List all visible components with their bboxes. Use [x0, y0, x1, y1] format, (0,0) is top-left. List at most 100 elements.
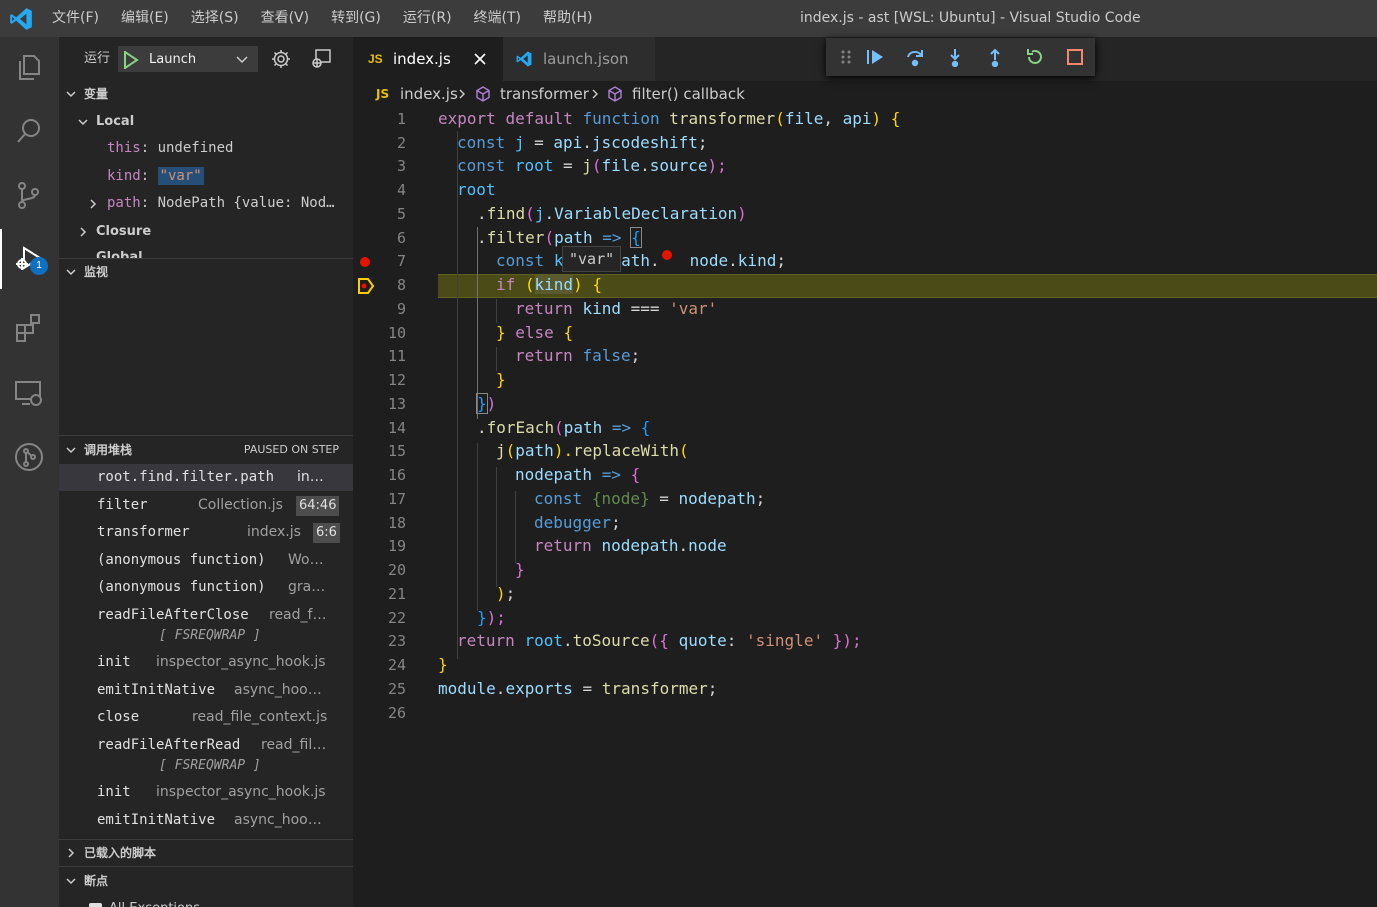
line-number: 8 — [396, 276, 406, 294]
menu-file[interactable]: 文件(F) — [41, 0, 110, 37]
step-out-icon[interactable] — [985, 47, 1005, 67]
frame-file: gra… — [288, 579, 326, 595]
breakpoints-section-header[interactable]: 断点 — [59, 870, 353, 892]
stack-frame[interactable]: filter Collection.js 64:46 — [59, 492, 353, 519]
loaded-scripts-section-header[interactable]: 已载入的脚本 — [59, 842, 353, 864]
line-number: 22 — [387, 609, 406, 627]
frame-file: Collection.js — [198, 497, 283, 513]
debug-console-icon[interactable] — [310, 48, 332, 70]
breadcrumb: JS index.js transformer filter() callbac… — [353, 81, 1377, 107]
variable-row[interactable]: this: undefined — [59, 135, 353, 162]
watch-section-header[interactable]: 监视 — [59, 261, 353, 283]
frame-function: emitInitNative — [97, 812, 216, 828]
code-line: return root.toSource({ quote: 'single' }… — [457, 631, 862, 650]
callstack-section-header[interactable]: 调用堆栈 PAUSED ON STEP — [59, 439, 353, 461]
stack-frame[interactable]: init inspector_async_hook.js — [59, 649, 353, 676]
line-number: 10 — [387, 324, 406, 342]
launch-config-select[interactable]: Launch — [118, 46, 258, 72]
line-number: 4 — [396, 181, 406, 199]
variable-row[interactable]: kind: "var" — [59, 163, 353, 190]
code-line: const {node} = nodepath; — [534, 489, 766, 508]
section-divider — [59, 258, 353, 259]
chevron-down-icon — [66, 878, 76, 885]
stack-frame[interactable]: emitInitNative async_hoo… — [59, 807, 353, 834]
inline-breakpoint-icon[interactable] — [661, 250, 672, 260]
stack-frame[interactable]: (anonymous function) Wo… — [59, 547, 353, 574]
start-debugging-icon[interactable] — [123, 51, 139, 69]
frame-function: init — [97, 654, 131, 670]
step-over-icon[interactable] — [905, 47, 925, 67]
scope-global[interactable]: Global — [59, 244, 353, 258]
activity-explorer[interactable] — [0, 37, 59, 97]
menu-view[interactable]: 查看(V) — [250, 0, 321, 37]
stack-frame[interactable]: root.find.filter.path in… — [59, 464, 353, 491]
frame-line: 6:6 — [313, 523, 340, 543]
variables-section-header[interactable]: 变量 — [59, 83, 353, 105]
variable-row[interactable]: path: NodePath {value: Nod… — [59, 190, 353, 217]
run-toolbar: 运行 Launch — [59, 37, 353, 81]
breadcrumb-function[interactable]: transformer — [500, 81, 589, 107]
stack-frame[interactable]: emitInitNative async_hoo… — [59, 677, 353, 704]
code-line: } — [515, 560, 525, 579]
launch-config-value: Launch — [149, 52, 197, 67]
code-line: nodepath => { — [515, 465, 641, 484]
stack-frame[interactable]: init inspector_async_hook.js — [59, 779, 353, 806]
debug-side-bar: 运行 Launch 变量 Local this: undefined kind:… — [59, 37, 353, 907]
restart-icon[interactable] — [1025, 47, 1045, 67]
code-line: debugger; — [534, 513, 621, 532]
code-line: }) — [476, 393, 497, 414]
frame-function: root.find.filter.path — [97, 469, 275, 485]
line-number: 17 — [387, 490, 406, 508]
chevron-right-icon — [68, 848, 75, 858]
code-editor[interactable]: 1 2 3 4 5 6 7 8 9 10 11 12 13 14 15 16 1… — [353, 107, 1377, 907]
menu-go[interactable]: 转到(G) — [320, 0, 392, 37]
breadcrumb-callback[interactable]: filter() callback — [632, 81, 745, 107]
activity-run-debug[interactable]: 1 — [0, 229, 59, 289]
line-number: 16 — [387, 466, 406, 484]
activity-search[interactable] — [0, 101, 59, 161]
scope-local[interactable]: Local — [59, 108, 353, 135]
breakpoint-item[interactable]: All Exceptions — [59, 895, 353, 907]
drag-grip-icon[interactable] — [836, 47, 856, 67]
continue-icon[interactable] — [865, 47, 885, 67]
menu-run[interactable]: 运行(R) — [392, 0, 463, 37]
code-line: return false; — [515, 346, 641, 365]
menu-help[interactable]: 帮助(H) — [532, 0, 603, 37]
breadcrumb-file[interactable]: index.js — [400, 81, 458, 107]
line-number: 18 — [387, 514, 406, 532]
gear-icon[interactable] — [271, 49, 291, 69]
tab-label: launch.json — [543, 50, 629, 68]
async-boundary: [ FSREQWRAP ] — [59, 625, 353, 647]
scope-closure[interactable]: Closure — [59, 218, 353, 245]
stop-icon[interactable] — [1065, 47, 1085, 67]
tab-index-js[interactable]: JS index.js — [353, 37, 503, 81]
line-number: 13 — [387, 395, 406, 413]
tab-launch-json[interactable]: launch.json — [503, 37, 655, 81]
stack-frame[interactable]: (anonymous function) gra… — [59, 574, 353, 601]
close-icon[interactable] — [473, 52, 487, 66]
checkbox[interactable] — [89, 903, 102, 907]
activity-remote-explorer[interactable] — [0, 363, 59, 423]
variable-name: path — [107, 195, 141, 211]
line-number: 15 — [387, 442, 406, 460]
code-line: module.exports = transformer; — [438, 679, 718, 698]
stack-frame[interactable]: transformer index.js 6:6 — [59, 519, 353, 546]
code-line: }); — [477, 608, 506, 627]
activity-source-control[interactable] — [0, 165, 59, 225]
indent-guide — [457, 131, 458, 659]
line-number: 14 — [387, 419, 406, 437]
section-divider — [59, 435, 353, 436]
frame-file: inspector_async_hook.js — [156, 654, 326, 670]
callstack-header-label: 调用堆栈 — [84, 443, 133, 457]
chevron-right-icon — [80, 227, 87, 237]
activity-extensions[interactable] — [0, 297, 59, 357]
run-label: 运行 — [84, 51, 111, 66]
menu-edit[interactable]: 编辑(E) — [110, 0, 180, 37]
tab-label: index.js — [393, 50, 451, 68]
menu-selection[interactable]: 选择(S) — [180, 0, 250, 37]
line-number: 23 — [387, 632, 406, 650]
step-into-icon[interactable] — [945, 47, 965, 67]
activity-git-graph[interactable] — [0, 427, 59, 487]
stack-frame[interactable]: close read_file_context.js — [59, 704, 353, 731]
menu-terminal[interactable]: 终端(T) — [463, 0, 532, 37]
